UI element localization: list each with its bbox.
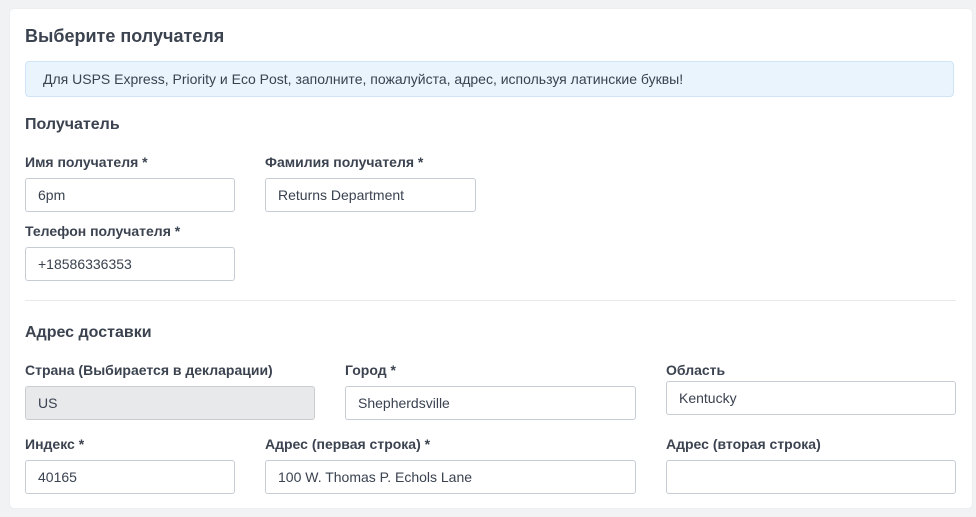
address-section-title: Адрес доставки bbox=[25, 324, 152, 341]
phone-label: Телефон получателя * bbox=[25, 223, 181, 239]
form-title: Выберите получателя bbox=[25, 26, 225, 46]
city-field[interactable]: Shepherdsville bbox=[345, 386, 636, 420]
country-field: US bbox=[25, 386, 315, 420]
recipient-form-card: Выберите получателя Для USPS Express, Pr… bbox=[10, 9, 972, 508]
first-name-label: Имя получателя * bbox=[25, 154, 148, 170]
address-line2-field[interactable] bbox=[666, 460, 956, 494]
section-divider bbox=[25, 300, 956, 301]
phone-field[interactable]: +18586336353 bbox=[25, 247, 235, 281]
country-label: Страна (Выбирается в декларации) bbox=[25, 362, 273, 378]
latin-letters-notice: Для USPS Express, Priority и Eco Post, з… bbox=[25, 61, 954, 97]
first-name-field[interactable]: 6pm bbox=[25, 178, 235, 212]
region-field[interactable]: Kentucky bbox=[666, 381, 956, 415]
address-line2-label: Адрес (вторая строка) bbox=[666, 436, 821, 452]
region-label: Область bbox=[666, 362, 726, 378]
zip-field[interactable]: 40165 bbox=[25, 460, 235, 494]
zip-label: Индекс * bbox=[25, 436, 85, 452]
recipient-section-title: Получатель bbox=[25, 116, 120, 133]
address-line1-field[interactable]: 100 W. Thomas P. Echols Lane bbox=[265, 460, 636, 494]
last-name-label: Фамилия получателя * bbox=[265, 154, 424, 170]
address-line1-label: Адрес (первая строка) * bbox=[265, 436, 431, 452]
last-name-field[interactable]: Returns Department bbox=[265, 178, 476, 212]
city-label: Город * bbox=[345, 362, 396, 378]
